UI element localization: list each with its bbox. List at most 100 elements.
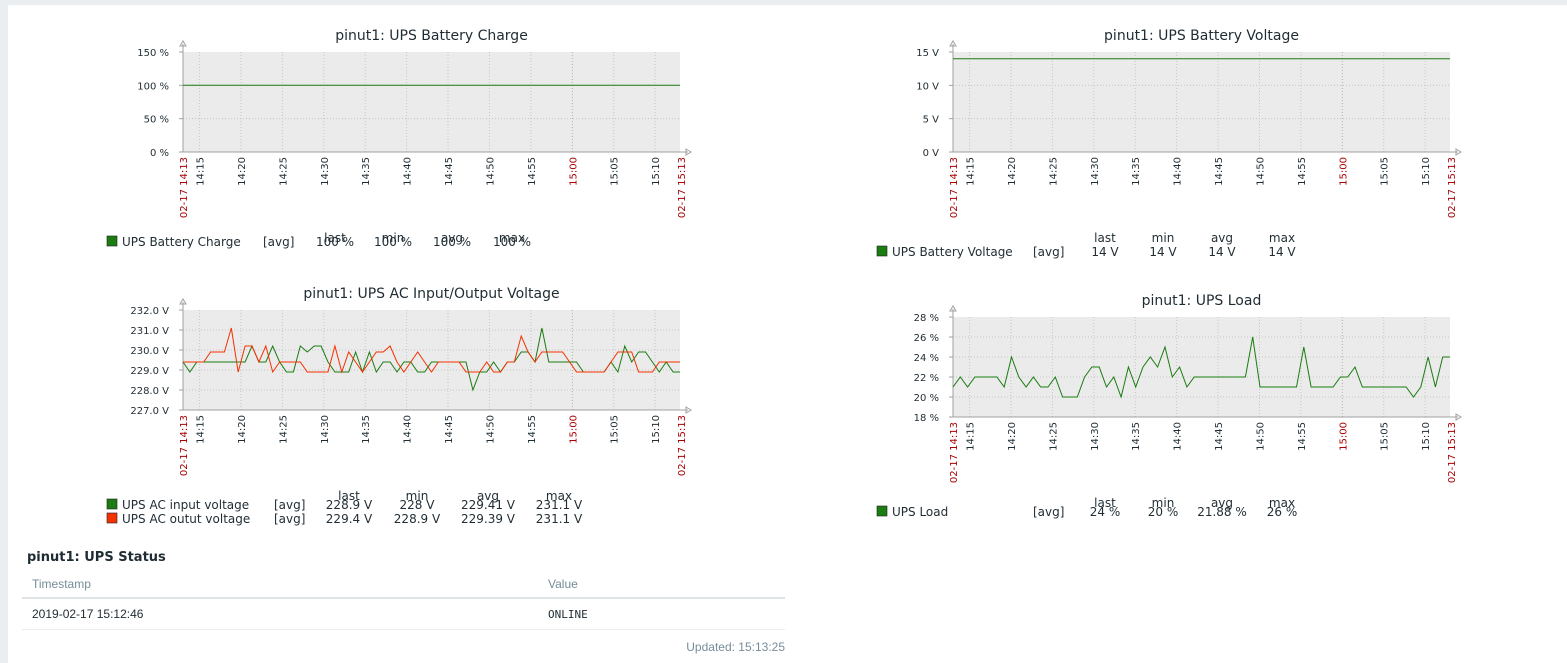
status-title: pinut1: UPS Status bbox=[27, 550, 166, 565]
x-tick-label: 14:20 bbox=[237, 157, 248, 186]
x-tick-label: 14:50 bbox=[485, 415, 496, 444]
chart-title: pinut1: UPS Load bbox=[1142, 293, 1262, 309]
y-tick-label: 150 % bbox=[137, 48, 169, 59]
y-tick-label: 229.0 V bbox=[130, 366, 169, 377]
x-tick-label: 14:30 bbox=[320, 157, 331, 186]
x-tick-label: 14:50 bbox=[485, 157, 496, 186]
timestamp-cell: 2019-02-17 15:12:46 bbox=[22, 598, 538, 630]
legend-max: 26 % bbox=[1267, 505, 1298, 519]
chart-title: pinut1: UPS AC Input/Output Voltage bbox=[303, 286, 559, 302]
legend-series-name: UPS Battery Voltage bbox=[892, 245, 1013, 259]
chart-title: pinut1: UPS Battery Charge bbox=[335, 28, 528, 44]
legend-series-name: UPS AC outut voltage bbox=[122, 512, 250, 526]
legend-series-name: UPS Battery Charge bbox=[122, 235, 241, 249]
legend-last: 229.4 V bbox=[326, 512, 373, 526]
legend-max: 14 V bbox=[1268, 245, 1296, 259]
y-tick-label: 227.0 V bbox=[130, 406, 169, 417]
x-tick-label: 14:20 bbox=[1007, 157, 1018, 186]
graph-ups-load[interactable]: pinut1: UPS Load 18 % 20 % 22 % 24 % 26 % 28 %… bbox=[783, 280, 1567, 540]
legend-func: [avg] bbox=[1033, 245, 1064, 259]
x-tick-label: 15:05 bbox=[1380, 422, 1391, 451]
legend-swatch bbox=[876, 245, 888, 257]
x-tick-label: 14:55 bbox=[527, 157, 538, 186]
legend-min: 14 V bbox=[1149, 245, 1177, 259]
updated-time: Updated: 15:13:25 bbox=[686, 640, 785, 654]
x-tick-label: 14:50 bbox=[1255, 422, 1266, 451]
x-tick-label: 14:30 bbox=[1090, 422, 1101, 451]
graph-battery-charge[interactable]: pinut1: UPS Battery Charge 0 % 50 % 100 % 15… bbox=[0, 0, 783, 270]
x-start-label: 02-17 14:13 bbox=[179, 415, 190, 476]
legend-last: 100 % bbox=[316, 235, 354, 249]
x-tick-label: 14:25 bbox=[278, 157, 289, 186]
y-tick-label: 20 % bbox=[914, 393, 939, 404]
x-tick-label: 14:35 bbox=[361, 415, 372, 444]
legend-avg: 229.39 V bbox=[461, 512, 516, 526]
x-tick-label: 14:25 bbox=[278, 415, 289, 444]
x-tick-label: 14:15 bbox=[966, 157, 977, 186]
y-tick-label: 26 % bbox=[914, 333, 939, 344]
x-tick-label: 15:00 bbox=[1338, 422, 1349, 451]
legend-avg: 14 V bbox=[1208, 245, 1236, 259]
legend-last: 14 V bbox=[1091, 245, 1119, 259]
y-tick-label: 10 V bbox=[916, 81, 939, 92]
legend-min: 100 % bbox=[374, 235, 412, 249]
x-tick-label: 14:40 bbox=[403, 157, 414, 186]
y-tick-label: 22 % bbox=[914, 373, 939, 384]
x-tick-label: 14:30 bbox=[1090, 157, 1101, 186]
x-tick-label: 15:05 bbox=[610, 415, 621, 444]
y-tick-label: 231.0 V bbox=[130, 326, 169, 337]
x-tick-label: 14:45 bbox=[1214, 157, 1225, 186]
y-tick-label: 230.0 V bbox=[130, 346, 169, 357]
x-end-label: 02-17 15:13 bbox=[1447, 157, 1458, 218]
legend-swatch bbox=[876, 505, 888, 517]
x-end-label: 02-17 15:13 bbox=[677, 157, 688, 218]
legend-swatch bbox=[106, 512, 118, 524]
y-tick-label: 0 V bbox=[923, 148, 940, 159]
x-tick-label: 14:20 bbox=[237, 415, 248, 444]
x-end-label: 02-17 15:13 bbox=[677, 415, 688, 476]
graph-battery-voltage[interactable]: pinut1: UPS Battery Voltage 0 V 5 V 10 V 15 … bbox=[783, 0, 1567, 270]
x-tick-label: 14:15 bbox=[966, 422, 977, 451]
x-tick-label: 14:50 bbox=[1255, 157, 1266, 186]
value-cell: ONLINE bbox=[538, 598, 785, 630]
x-tick-label: 14:45 bbox=[1214, 422, 1225, 451]
legend-min: 228.9 V bbox=[394, 512, 441, 526]
x-end-label: 02-17 15:13 bbox=[1447, 422, 1458, 483]
x-tick-label: 15:10 bbox=[1421, 157, 1432, 186]
legend-func: [avg] bbox=[274, 498, 305, 512]
x-tick-label: 15:05 bbox=[1380, 157, 1391, 186]
x-tick-label: 14:35 bbox=[1131, 422, 1142, 451]
y-tick-label: 15 V bbox=[916, 48, 939, 59]
legend-max: 231.1 V bbox=[536, 512, 583, 526]
plot-area bbox=[183, 52, 680, 152]
x-tick-label: 15:10 bbox=[1421, 422, 1432, 451]
legend-max: 231.1 V bbox=[536, 498, 583, 512]
x-tick-label: 14:55 bbox=[527, 415, 538, 444]
legend-func: [avg] bbox=[1033, 505, 1064, 519]
x-start-label: 02-17 14:13 bbox=[179, 157, 190, 218]
x-tick-label: 14:45 bbox=[444, 415, 455, 444]
y-tick-label: 28 % bbox=[914, 313, 939, 324]
x-tick-label: 15:00 bbox=[568, 415, 579, 444]
plot-area bbox=[953, 52, 1450, 152]
legend-avg: 229.41 V bbox=[461, 498, 516, 512]
column-header-timestamp: Timestamp bbox=[22, 571, 538, 599]
legend-last: 24 % bbox=[1090, 505, 1121, 519]
x-tick-label: 14:30 bbox=[320, 415, 331, 444]
y-tick-label: 232.0 V bbox=[130, 306, 169, 317]
x-tick-label: 14:35 bbox=[1131, 157, 1142, 186]
x-tick-label: 14:40 bbox=[1173, 157, 1184, 186]
x-tick-label: 15:05 bbox=[610, 157, 621, 186]
graph-ac-voltage[interactable]: pinut1: UPS AC Input/Output Voltage 227.0… bbox=[0, 275, 783, 540]
plot-area bbox=[953, 317, 1450, 417]
legend-func: [avg] bbox=[263, 235, 294, 249]
legend-header: max bbox=[1269, 231, 1295, 245]
legend-max: 100 % bbox=[493, 235, 531, 249]
x-start-label: 02-17 14:13 bbox=[949, 422, 960, 483]
legend-func: [avg] bbox=[274, 512, 305, 526]
column-header-value: Value bbox=[538, 571, 785, 599]
legend-avg: 100 % bbox=[433, 235, 471, 249]
x-start-label: 02-17 14:13 bbox=[949, 157, 960, 218]
y-tick-label: 100 % bbox=[137, 81, 169, 92]
legend-avg: 21.88 % bbox=[1197, 505, 1247, 519]
